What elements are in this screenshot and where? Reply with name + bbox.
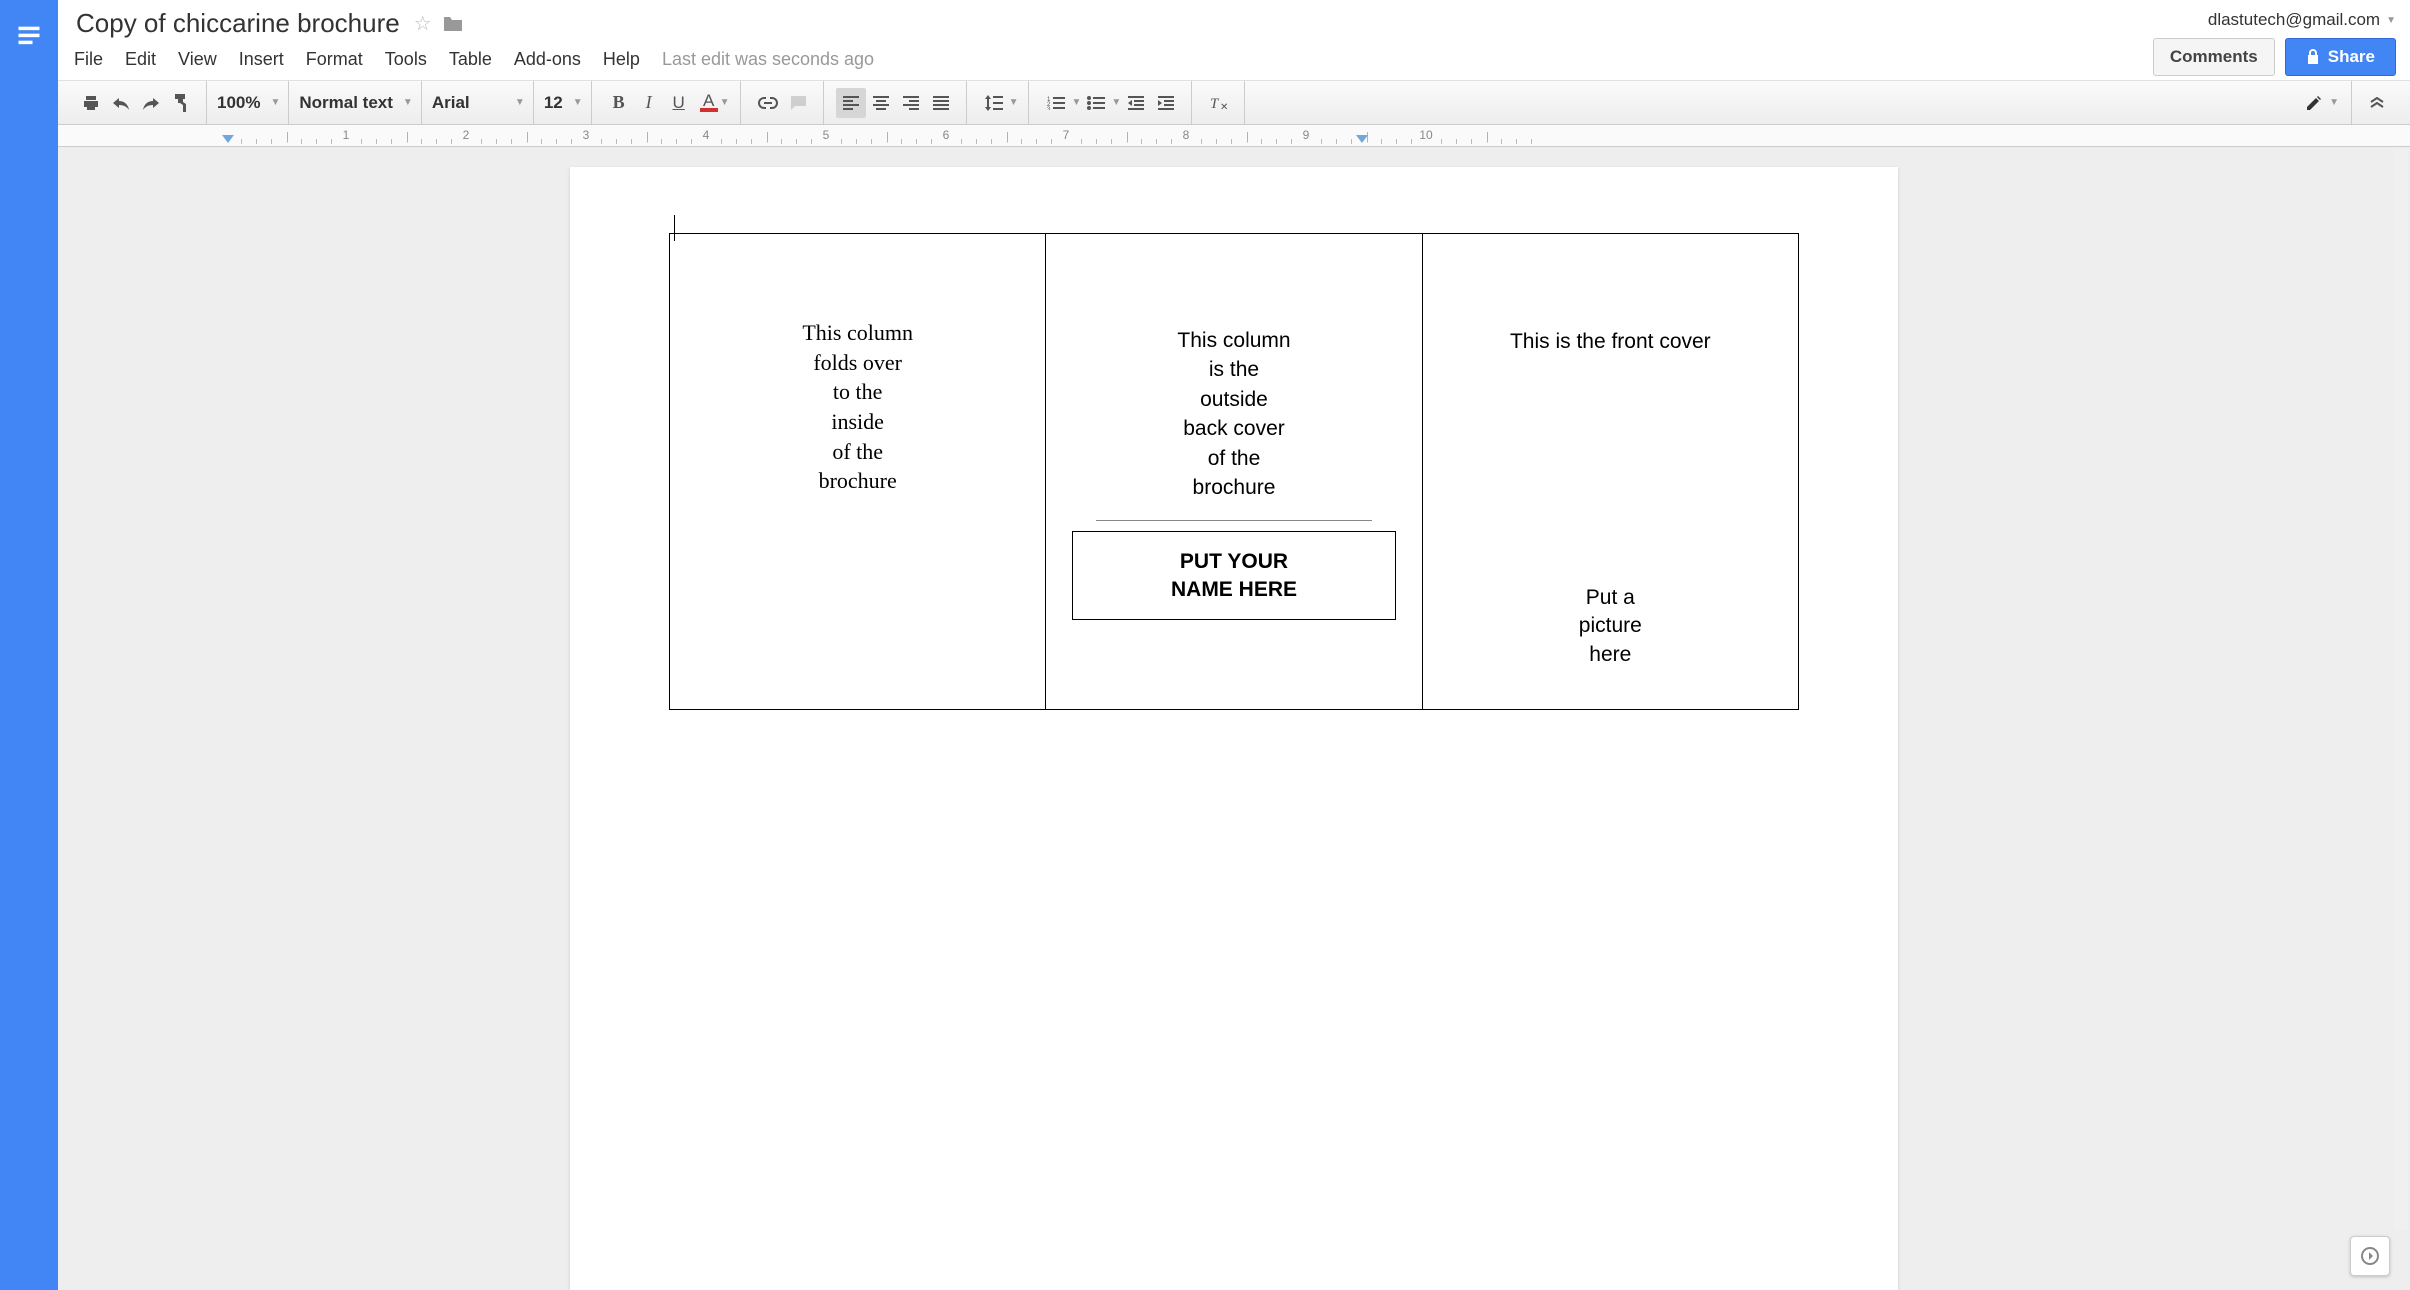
user-email-text: dlastutech@gmail.com <box>2208 10 2380 30</box>
zoom-value: 100% <box>217 93 260 113</box>
col2-text[interactable]: This column is the outside back cover of… <box>1066 326 1401 502</box>
clear-formatting-button[interactable]: T✕ <box>1204 88 1234 118</box>
caret-down-icon[interactable]: ▼ <box>1009 97 1019 108</box>
style-value: Normal text <box>299 93 393 113</box>
menu-table[interactable]: Table <box>449 49 492 70</box>
numbered-list-button[interactable]: 123 <box>1041 88 1071 118</box>
horizontal-line <box>1096 520 1371 521</box>
italic-button[interactable]: I <box>634 88 664 118</box>
toolbar: 100% ▼ Normal text ▼ Arial ▼ 12 ▼ B I U … <box>58 81 2410 125</box>
caret-down-icon: ▼ <box>403 97 413 108</box>
caret-down-icon[interactable]: ▼ <box>1071 97 1081 108</box>
workspace: |1|2|3|4|5|6|7|8|9|10| This column folds… <box>58 125 2410 1290</box>
menu-addons[interactable]: Add-ons <box>514 49 581 70</box>
style-dropdown[interactable]: Normal text ▼ <box>291 81 421 124</box>
font-size-dropdown[interactable]: 12 ▼ <box>536 81 592 124</box>
share-label: Share <box>2328 47 2375 67</box>
svg-text:✕: ✕ <box>1220 102 1228 111</box>
redo-button[interactable] <box>136 88 166 118</box>
menu-tools[interactable]: Tools <box>385 49 427 70</box>
caret-down-icon: ▼ <box>270 97 280 108</box>
insert-link-button[interactable] <box>753 88 783 118</box>
caret-down-icon[interactable]: ▼ <box>720 97 730 108</box>
bold-button[interactable]: B <box>604 88 634 118</box>
menu-format[interactable]: Format <box>306 49 363 70</box>
bulleted-list-button[interactable] <box>1081 88 1111 118</box>
menu-insert[interactable]: Insert <box>239 49 284 70</box>
align-center-button[interactable] <box>866 88 896 118</box>
document-canvas[interactable]: This column folds over to the inside of … <box>58 147 2410 1290</box>
menu-view[interactable]: View <box>178 49 217 70</box>
collapse-toolbar-button[interactable] <box>2362 88 2392 118</box>
share-button[interactable]: Share <box>2285 38 2396 76</box>
user-account[interactable]: dlastutech@gmail.com ▼ <box>2208 10 2396 30</box>
explore-button[interactable] <box>2350 1236 2390 1276</box>
folder-icon[interactable] <box>442 15 464 33</box>
brochure-table[interactable]: This column folds over to the inside of … <box>669 233 1799 710</box>
brochure-column-3[interactable]: This is the front cover Put a picture he… <box>1423 233 1799 710</box>
star-icon[interactable]: ☆ <box>414 11 432 36</box>
col1-text[interactable]: This column folds over to the inside of … <box>690 318 1025 496</box>
brochure-column-2[interactable]: This column is the outside back cover of… <box>1046 233 1422 710</box>
col3-picture-placeholder[interactable]: Put a picture here <box>1443 584 1778 669</box>
print-button[interactable] <box>76 88 106 118</box>
font-size-value: 12 <box>544 93 563 113</box>
lock-icon <box>2306 49 2320 65</box>
caret-down-icon[interactable]: ▼ <box>1111 97 1121 108</box>
undo-button[interactable] <box>106 88 136 118</box>
font-dropdown[interactable]: Arial ▼ <box>424 81 534 124</box>
caret-down-icon: ▼ <box>2386 15 2396 26</box>
align-justify-button[interactable] <box>926 88 956 118</box>
caret-down-icon: ▼ <box>515 97 525 108</box>
horizontal-ruler[interactable]: |1|2|3|4|5|6|7|8|9|10| <box>58 125 2410 147</box>
last-edit-status[interactable]: Last edit was seconds ago <box>662 49 874 70</box>
menu-bar: File Edit View Insert Format Tools Table… <box>72 41 2153 80</box>
caret-down-icon: ▼ <box>573 97 583 108</box>
brochure-column-1[interactable]: This column folds over to the inside of … <box>669 233 1046 710</box>
line-spacing-button[interactable] <box>979 88 1009 118</box>
align-left-button[interactable] <box>836 88 866 118</box>
col3-title[interactable]: This is the front cover <box>1443 330 1778 354</box>
underline-button[interactable]: U <box>664 88 694 118</box>
menu-edit[interactable]: Edit <box>125 49 156 70</box>
font-value: Arial <box>432 93 470 113</box>
vertical-scrollbar[interactable] <box>2394 149 2408 1230</box>
menu-help[interactable]: Help <box>603 49 640 70</box>
svg-text:3: 3 <box>1047 107 1051 110</box>
align-right-button[interactable] <box>896 88 926 118</box>
docs-logo[interactable] <box>0 0 58 1290</box>
name-placeholder-box[interactable]: PUT YOUR NAME HERE <box>1072 531 1395 620</box>
svg-text:T: T <box>1210 96 1220 111</box>
zoom-dropdown[interactable]: 100% ▼ <box>209 81 289 124</box>
editing-mode-button[interactable] <box>2299 88 2329 118</box>
paint-format-button[interactable] <box>166 88 196 118</box>
decrease-indent-button[interactable] <box>1121 88 1151 118</box>
comments-button[interactable]: Comments <box>2153 38 2275 76</box>
increase-indent-button[interactable] <box>1151 88 1181 118</box>
insert-comment-button[interactable] <box>783 88 813 118</box>
caret-down-icon[interactable]: ▼ <box>2329 97 2339 108</box>
menu-file[interactable]: File <box>74 49 103 70</box>
document-title[interactable]: Copy of chiccarine brochure <box>72 6 404 41</box>
page[interactable]: This column folds over to the inside of … <box>570 167 1898 1290</box>
